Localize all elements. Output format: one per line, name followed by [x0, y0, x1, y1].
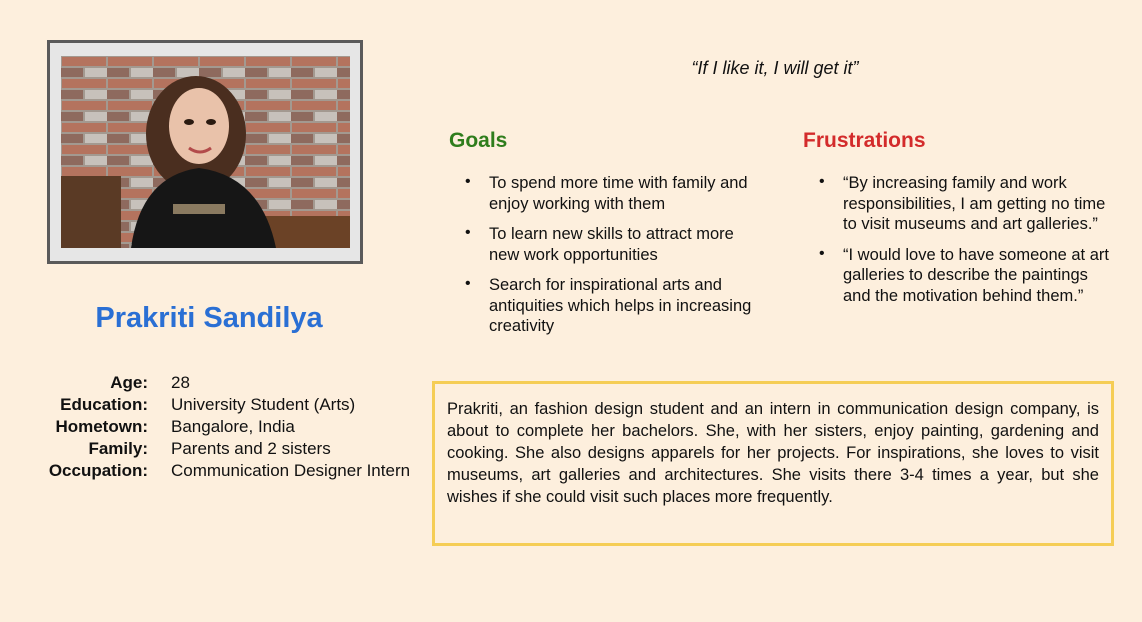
bio-box: Prakriti, an fashion design student and …	[432, 381, 1114, 546]
goal-item: • Search for inspirational arts and antiq…	[463, 275, 753, 337]
goal-item: • To learn new skills to attract more new…	[463, 224, 753, 265]
goals-heading: Goals	[449, 129, 508, 152]
detail-row-education: Education: University Student (Arts)	[20, 394, 411, 416]
goal-text: To learn new skills to attract more new …	[489, 225, 734, 264]
goal-item: • To spend more time with family and enjo…	[463, 173, 753, 214]
goals-list: • To spend more time with family and enjo…	[463, 173, 753, 347]
detail-label: Education:	[60, 395, 148, 414]
bullet-icon: •	[465, 224, 471, 241]
bullet-icon: •	[819, 173, 825, 190]
detail-value: Bangalore, India	[171, 417, 295, 436]
persona-photo-frame	[47, 40, 363, 264]
frustration-text: “By increasing family and work responsib…	[843, 174, 1106, 233]
detail-row-hometown: Hometown: Bangalore, India	[20, 416, 411, 438]
detail-label: Age:	[110, 373, 148, 392]
bio-text: Prakriti, an fashion design student and …	[447, 400, 1099, 506]
detail-row-family: Family: Parents and 2 sisters	[20, 438, 411, 460]
frustration-item: • “I would love to have someone at art ga…	[817, 245, 1117, 307]
persona-photo	[61, 56, 350, 248]
persona-name: Prakriti Sandilya	[95, 302, 323, 334]
detail-value: Communication Designer Intern	[171, 461, 411, 480]
frustrations-heading: Frustrations	[803, 129, 926, 152]
detail-value: 28	[171, 373, 190, 392]
detail-row-age: Age: 28	[20, 372, 411, 394]
frustration-text: “I would love to have someone at art gal…	[843, 245, 1109, 305]
bullet-icon: •	[465, 173, 471, 190]
persona-quote: “If I like it, I will get it”	[691, 58, 859, 78]
detail-label: Hometown:	[55, 417, 148, 436]
detail-row-occupation: Occupation: Communication Designer Inter…	[20, 460, 411, 482]
detail-label: Occupation:	[48, 461, 148, 480]
bullet-icon: •	[819, 244, 825, 262]
goal-text: Search for inspirational arts and antiqu…	[489, 276, 752, 335]
persona-details: Age: 28 Education: University Student (A…	[20, 372, 411, 482]
frustration-item: • “By increasing family and work responsi…	[817, 173, 1117, 235]
detail-label: Family:	[88, 439, 148, 458]
portrait-image	[61, 56, 350, 248]
detail-value: University Student (Arts)	[171, 395, 356, 414]
bullet-icon: •	[465, 275, 471, 292]
detail-value: Parents and 2 sisters	[171, 439, 331, 458]
goal-text: To spend more time with family and enjoy…	[489, 174, 748, 213]
frustrations-list: • “By increasing family and work responsi…	[817, 173, 1117, 316]
